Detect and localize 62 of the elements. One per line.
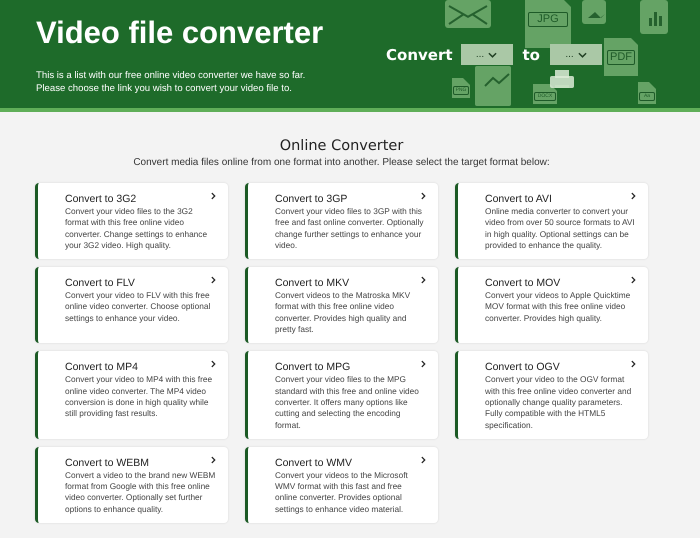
card-title: Convert to MKV: [275, 277, 350, 290]
card-description: Convert your video files to the 3G2 format with this free online video converter. Change settings to enhance your 3G2 video. High quality.: [65, 206, 208, 252]
page-title: Video file converter: [36, 14, 324, 52]
chevron-right-icon: [211, 360, 216, 368]
description-text: Please choose the link you wish to convert your video file to.: [36, 82, 293, 95]
description-text: This is a list with our free online video converter we have so far.: [36, 69, 306, 82]
printer-icon: [550, 70, 574, 88]
card-description: Online media converter to convert your video from over 50 source formats to AVI in high quality. Optional settings can be provided to enhance the quality.: [485, 206, 636, 252]
converter-card[interactable]: Convert to 3GP Convert your video files to 3GP with this free and fast online converter. Optionally change further settings to enhance your video.: [245, 183, 438, 260]
card-title: Convert to WEBM: [65, 456, 150, 469]
converter-card[interactable]: Convert to WEBM Convert a video to the brand new WEBM format from Google with this free online video converter. Optionally set further options to enhance quality.: [35, 446, 228, 524]
card-title: Convert to 3GP: [275, 193, 348, 205]
file-icon: PDF: [604, 38, 638, 76]
chevron-right-icon: [631, 360, 636, 368]
card-title: Convert to WMV: [275, 456, 352, 469]
card-title: Convert to 3G2: [65, 193, 136, 205]
chevron-right-icon: [631, 192, 636, 200]
card-description: Convert your video files to the MPG standard with this free and online video converter. It offers many options like cutting and selecting the encoding format.: [275, 374, 420, 431]
target-format-dropdown[interactable]: ...: [550, 44, 602, 65]
card-description: Convert your video to the OGV format with this free online video converter and optionally change quality parameters. Fully compatible with the HTML5 specification.: [485, 374, 632, 431]
chevron-right-icon: [211, 192, 216, 200]
source-format-dropdown[interactable]: ...: [460, 44, 513, 65]
converter-card[interactable]: Convert to MP4 Convert your video to MP4 with this free online video converter. The MP4 video conversion is done in high quality while still providing fast results.: [35, 351, 228, 439]
card-description: Convert videos to the Matroska MKV format with this free online video converter. Provides high quality and pretty fast.: [275, 290, 412, 336]
file-icon: JPG: [525, 0, 571, 48]
converter-card[interactable]: Convert to 3G2 Convert your video files to the 3G2 format with this free online video converter. Change settings to enhance your 3G2 video. High quality.: [35, 183, 228, 260]
image-icon: [582, 0, 606, 24]
converter-card[interactable]: Convert to MKV Convert videos to the Matroska MKV format with this free online video converter. Provides high quality and pretty fast.: [245, 267, 438, 344]
bar-chart-icon: [640, 0, 668, 34]
card-title: Convert to OGV: [485, 361, 560, 374]
envelope-icon: [445, 0, 491, 28]
converter-card[interactable]: Convert to MOV Convert your videos to Apple Quicktime MOV format with this free online video converter. Provides high quality.: [455, 267, 648, 344]
section-subtitle: Convert media files online from one format into another. Please select the target format below:: [132, 157, 551, 168]
card-title: Convert to MOV: [485, 277, 560, 290]
to-label: to: [522, 46, 540, 64]
converter-card[interactable]: Convert to AVI Online media converter to convert your video from over 50 source formats to AVI in high quality. Optional settings can be provided to enhance the quality.: [455, 183, 648, 260]
card-title: Convert to AVI: [485, 193, 552, 205]
card-description: Convert a video to the brand new WEBM format from Google with this free online video converter. Optionally set further options to enhance quality.: [65, 470, 216, 516]
chevron-right-icon: [421, 360, 426, 368]
chevron-right-icon: [211, 456, 216, 464]
convert-label: Convert: [386, 46, 453, 64]
section-title: Online Converter: [278, 138, 404, 154]
converter-card[interactable]: Convert to FLV Convert your video to FLV with this free online video converter. Choose optional settings to enhance your video.: [35, 267, 228, 344]
card-description: Convert your video files to 3GP with this free and fast online converter. Optionally change further settings to enhance your video.: [275, 206, 425, 252]
chevron-right-icon: [631, 276, 636, 284]
chevron-down-icon: [488, 52, 498, 58]
chevron-right-icon: [421, 276, 426, 284]
card-title: Convert to FLV: [65, 277, 135, 290]
converter-card[interactable]: Convert to OGV Convert your video to the OGV format with this free online video converter and optionally change quality parameters. Fully compatible with the HTML5 specification.: [455, 351, 648, 439]
trend-chart-icon: [475, 66, 511, 106]
chevron-right-icon: [421, 192, 426, 200]
card-title: Convert to MPG: [275, 361, 350, 374]
converter-card[interactable]: Convert to WMV Convert your videos to the Microsoft WMV format with this fast and free online converter. Provides optional settings to enhance video material.: [245, 446, 438, 524]
card-title: Convert to MP4: [65, 361, 138, 374]
card-description: Convert your video to MP4 with this free online video converter. The MP4 video conversion is done in high quality while still providing fast results.: [65, 374, 214, 420]
chevron-right-icon: [421, 456, 426, 464]
converter-card[interactable]: Convert to MPG Convert your video files to the MPG standard with this free and online video converter. It offers many options like cutting and selecting the encoding format.: [245, 351, 438, 439]
card-description: Convert your video to FLV with this free online video converter. Choose optional settings to enhance your video.: [65, 290, 212, 324]
chevron-right-icon: [211, 276, 216, 284]
card-description: Convert your videos to the Microsoft WMV format with this fast and free online converter. Provides optional settings to enhance video material.: [275, 470, 409, 516]
card-description: Convert your videos to Apple Quicktime MOV format with this free online video converter. Provides high quality.: [485, 290, 632, 324]
chevron-down-icon: [578, 52, 587, 58]
